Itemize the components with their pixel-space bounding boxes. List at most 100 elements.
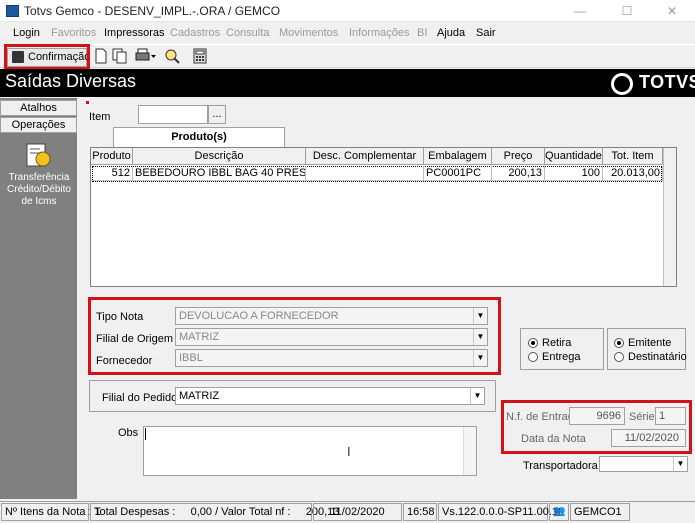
tipo-nota-select[interactable]: DEVOLUCAO A FORNECEDOR ▼ xyxy=(175,307,488,325)
tab-atalhos[interactable]: Atalhos xyxy=(0,100,77,116)
fornecedor-select[interactable]: IBBL ▼ xyxy=(175,349,488,367)
minimize-button[interactable]: — xyxy=(557,0,603,22)
menu-impressoras[interactable]: Impressoras xyxy=(104,27,165,39)
retira-label: Retira xyxy=(542,337,572,349)
cell-produto: 512 xyxy=(91,166,133,181)
tab-operacoes[interactable]: Operações xyxy=(0,117,77,133)
col-preco[interactable]: Preço xyxy=(492,148,545,165)
transportadora-label: Transportadora xyxy=(523,460,598,472)
window-title: Totvs Gemco - DESENV_IMPL.-.ORA / GEMCO xyxy=(24,4,281,18)
emitente-radio[interactable] xyxy=(614,338,624,348)
title-bar: Totvs Gemco - DESENV_IMPL.-.ORA / GEMCO … xyxy=(0,0,695,22)
menu-bi[interactable]: BI xyxy=(417,27,427,39)
data-nota-input[interactable]: 11/02/2020 xyxy=(611,429,686,447)
chevron-down-icon: ▼ xyxy=(470,388,484,404)
col-quantidade[interactable]: Quantidade xyxy=(545,148,603,165)
chevron-down-icon: ▼ xyxy=(473,350,487,366)
status-version: Vs.122.0.0.0-SP11.00.18 xyxy=(438,503,564,521)
required-marker xyxy=(86,101,89,104)
app-icon xyxy=(6,5,19,17)
nf-entrada-input[interactable]: 9696 xyxy=(569,407,625,425)
serie-input[interactable]: 1 xyxy=(655,407,686,425)
destinatario-radio[interactable] xyxy=(614,352,624,362)
ibeam-cursor-icon: I xyxy=(347,444,351,459)
header-band: Saídas Diversas TOTVS xyxy=(0,69,695,97)
grid-scrollbar[interactable] xyxy=(663,148,676,286)
retira-radio[interactable] xyxy=(528,338,538,348)
col-tot-item[interactable]: Tot. Item xyxy=(603,148,663,165)
close-button[interactable]: ✕ xyxy=(649,0,695,22)
menu-sair[interactable]: Sair xyxy=(476,27,496,39)
print-icon[interactable] xyxy=(135,48,157,66)
data-nota-label: Data da Nota xyxy=(521,433,586,445)
tipo-nota-value: DEVOLUCAO A FORNECEDOR xyxy=(179,310,339,322)
status-bar: Nº Itens da Nota : 1 Total Despesas : 0,… xyxy=(0,501,695,523)
filial-origem-value: MATRIZ xyxy=(179,331,220,343)
menu-login[interactable]: Login xyxy=(13,27,40,39)
col-produto[interactable]: Produto xyxy=(91,148,133,165)
text-cursor xyxy=(145,428,146,440)
filial-origem-label: Filial de Origem xyxy=(96,333,174,345)
emitente-label: Emitente xyxy=(628,337,672,349)
item-input[interactable] xyxy=(138,105,208,124)
entrega-radio[interactable] xyxy=(528,352,538,362)
toolbar: Confirmação xyxy=(0,44,695,68)
retira-entrega-group xyxy=(520,328,604,370)
menu-ajuda[interactable]: Ajuda xyxy=(437,27,465,39)
menu-informacoes[interactable]: Informações xyxy=(349,27,410,39)
totvs-logo-mark xyxy=(611,73,633,95)
cell-preco: 200,13 xyxy=(492,166,545,181)
filial-origem-select[interactable]: MATRIZ ▼ xyxy=(175,328,488,346)
fornecedor-label: Fornecedor xyxy=(96,355,153,367)
tab-produtos[interactable]: Produto(s) xyxy=(113,127,285,147)
cell-desc-complementar xyxy=(306,166,424,181)
menu-consulta[interactable]: Consulta xyxy=(226,27,269,39)
totvs-logo: TOTVS xyxy=(639,72,695,92)
chevron-down-icon: ▼ xyxy=(473,329,487,345)
item-lookup-button[interactable]: ... xyxy=(208,105,226,124)
menu-bar: Login Favoritos Impressoras Cadastros Co… xyxy=(0,23,695,43)
save-icon xyxy=(12,51,24,63)
cell-embalagem: PC0001PC xyxy=(424,166,492,181)
nav-item-transferencia[interactable]: Transferência Crédito/Débito de Icms xyxy=(3,172,75,208)
maximize-button[interactable]: ☐ xyxy=(604,0,650,22)
entrega-label: Entrega xyxy=(542,351,581,363)
status-totais: Total Despesas : 0,00 / Valor Total nf :… xyxy=(90,503,339,521)
item-label: Item xyxy=(89,111,111,123)
copy-document-icon[interactable] xyxy=(112,48,128,66)
status-user: GEMCO1 xyxy=(570,503,630,521)
transfer-icms-icon[interactable] xyxy=(26,143,52,169)
calculator-icon[interactable] xyxy=(193,48,207,66)
destinatario-label: Destinatário xyxy=(628,351,687,363)
obs-textarea[interactable] xyxy=(143,426,477,476)
search-icon[interactable] xyxy=(164,48,180,66)
col-descricao[interactable]: Descrição xyxy=(133,148,306,165)
menu-favoritos[interactable]: Favoritos xyxy=(51,27,96,39)
cell-tot-item: 20.013,00 xyxy=(603,166,663,181)
filial-pedido-label: Filial do Pedido xyxy=(102,392,178,404)
obs-label: Obs xyxy=(118,427,139,439)
serie-label: Série xyxy=(629,411,655,423)
col-embalagem[interactable]: Embalagem xyxy=(424,148,492,165)
menu-movimentos[interactable]: Movimentos xyxy=(279,27,338,39)
col-desc-complementar[interactable]: Desc. Complementar xyxy=(306,148,424,165)
chevron-down-icon: ▼ xyxy=(473,308,487,324)
filial-pedido-value: MATRIZ xyxy=(179,390,220,402)
filial-pedido-select[interactable]: MATRIZ ▼ xyxy=(175,387,485,405)
cell-descricao: BEBEDOURO IBBL BAG 40 PRESSA... xyxy=(133,166,306,181)
new-document-icon[interactable] xyxy=(95,48,107,66)
fornecedor-value: IBBL xyxy=(179,352,203,364)
confirmacao-label: Confirmação xyxy=(28,51,91,63)
tipo-nota-label: Tipo Nota xyxy=(96,311,144,323)
menu-cadastros[interactable]: Cadastros xyxy=(170,27,220,39)
confirmacao-button[interactable]: Confirmação xyxy=(7,48,91,67)
products-grid: Produto Descrição Desc. Complementar Emb… xyxy=(90,147,677,287)
status-time: 16:58 xyxy=(403,503,437,521)
page-title: Saídas Diversas xyxy=(5,71,137,91)
emitente-group xyxy=(607,328,686,370)
transportadora-select[interactable]: ▼ xyxy=(599,456,688,472)
user-icon: 👥 xyxy=(549,503,569,521)
obs-scrollbar[interactable] xyxy=(463,427,476,475)
cell-quantidade: 100 xyxy=(545,166,603,181)
status-date: 11/02/2020 xyxy=(313,503,402,521)
